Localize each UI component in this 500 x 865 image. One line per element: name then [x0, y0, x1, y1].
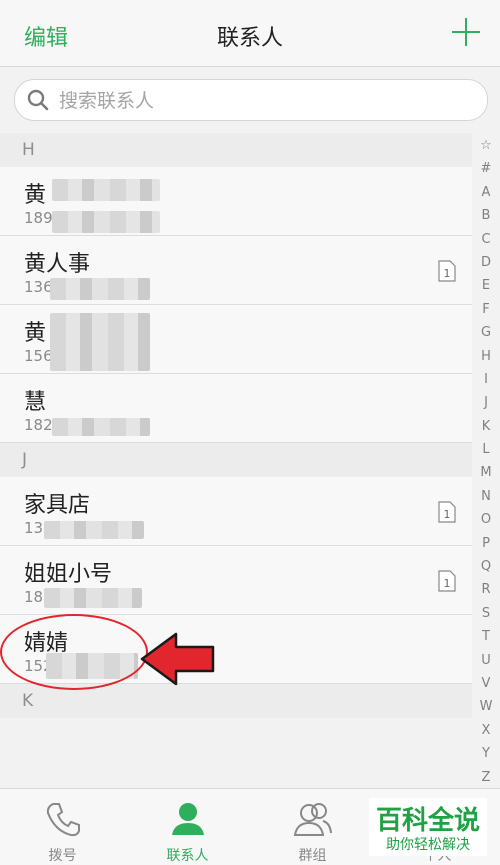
contact-name: 姐姐小号	[24, 562, 113, 587]
contact-name: 黄	[24, 183, 47, 208]
index-letter[interactable]: ☆	[472, 134, 500, 157]
blurred-text	[52, 179, 160, 201]
watermark-subtitle: 助你轻松解决	[386, 837, 470, 853]
search-icon	[27, 89, 49, 111]
index-letter[interactable]: N	[472, 485, 500, 508]
index-letter[interactable]: S	[472, 602, 500, 625]
section-header-j: J	[0, 443, 472, 477]
index-letter[interactable]: W	[472, 695, 500, 718]
sim-badge: 1	[444, 508, 451, 521]
tab-dialer[interactable]: 拨号	[0, 789, 125, 865]
contact-row[interactable]: 家具店 13 1	[0, 477, 472, 546]
blurred-text	[52, 418, 150, 436]
index-letter[interactable]: G	[472, 321, 500, 344]
sim-card-icon: 1	[438, 501, 456, 523]
index-letter[interactable]: V	[472, 672, 500, 695]
contact-row[interactable]: 姐姐小号 18 1	[0, 546, 472, 615]
tab-groups[interactable]: 群组	[250, 789, 375, 865]
index-letter[interactable]: I	[472, 368, 500, 391]
blurred-text	[44, 521, 144, 539]
contact-row[interactable]: 黄人事 136 1	[0, 236, 472, 305]
contact-name: 黄	[24, 321, 47, 346]
index-letter[interactable]: O	[472, 508, 500, 531]
blurred-text	[44, 588, 142, 608]
index-letter[interactable]: R	[472, 578, 500, 601]
index-letter[interactable]: F	[472, 298, 500, 321]
sim-badge: 1	[444, 577, 451, 590]
plus-icon[interactable]	[452, 18, 480, 46]
watermark-logo: 百科全说 助你轻松解决	[369, 798, 487, 856]
index-letter[interactable]: E	[472, 274, 500, 297]
index-letter[interactable]: P	[472, 532, 500, 555]
index-letter[interactable]: T	[472, 625, 500, 648]
index-letter[interactable]: D	[472, 251, 500, 274]
blurred-text	[52, 211, 160, 233]
pointer-arrow-icon	[140, 632, 215, 686]
page-title: 联系人	[216, 26, 283, 51]
tab-label: 联系人	[166, 848, 209, 864]
index-letter[interactable]: K	[472, 415, 500, 438]
tab-contacts[interactable]: 联系人	[125, 789, 250, 865]
sim-card-icon: 1	[438, 260, 456, 282]
index-letter[interactable]: L	[472, 438, 500, 461]
top-bar: 编辑 联系人	[0, 0, 500, 67]
alphabet-index[interactable]: ☆ # A B C D E F G H I J K L M N O P Q R …	[472, 134, 500, 794]
contact-row[interactable]: 黄 189	[0, 167, 472, 236]
contact-icon	[172, 803, 204, 835]
contact-name: 慧	[24, 390, 47, 415]
contact-row[interactable]: 黄 156	[0, 305, 472, 374]
index-letter[interactable]: J	[472, 391, 500, 414]
index-letter[interactable]: H	[472, 345, 500, 368]
index-letter[interactable]: B	[472, 204, 500, 227]
index-letter[interactable]: U	[472, 649, 500, 672]
contact-row[interactable]: 慧 182	[0, 374, 472, 443]
index-letter[interactable]: A	[472, 181, 500, 204]
contact-number: 189	[24, 209, 53, 227]
sim-card-icon: 1	[438, 570, 456, 592]
group-icon	[293, 803, 332, 836]
blurred-text	[50, 278, 150, 300]
index-letter[interactable]: M	[472, 461, 500, 484]
index-letter[interactable]: Q	[472, 555, 500, 578]
contact-number: 18	[24, 588, 44, 606]
blurred-text	[50, 313, 150, 371]
index-letter[interactable]: Z	[472, 766, 500, 789]
index-letter[interactable]: X	[472, 719, 500, 742]
tab-label: 拨号	[48, 848, 77, 864]
contact-number: 156	[24, 347, 53, 365]
contact-number: 13	[24, 519, 44, 537]
search-input[interactable]	[57, 87, 461, 115]
tab-label: 群组	[298, 848, 327, 864]
contact-name: 黄人事	[24, 252, 91, 277]
watermark-title: 百科全说	[375, 806, 480, 836]
contact-name: 家具店	[24, 493, 91, 518]
contact-number: 182	[24, 416, 53, 434]
phone-icon	[46, 803, 80, 837]
section-header-h: H	[0, 133, 472, 167]
highlight-circle	[0, 614, 148, 690]
search-bar[interactable]	[14, 79, 488, 121]
contact-number: 136	[24, 278, 53, 296]
index-letter[interactable]: Y	[472, 742, 500, 765]
sim-badge: 1	[444, 267, 451, 280]
index-letter[interactable]: C	[472, 228, 500, 251]
index-letter[interactable]: #	[472, 157, 500, 180]
